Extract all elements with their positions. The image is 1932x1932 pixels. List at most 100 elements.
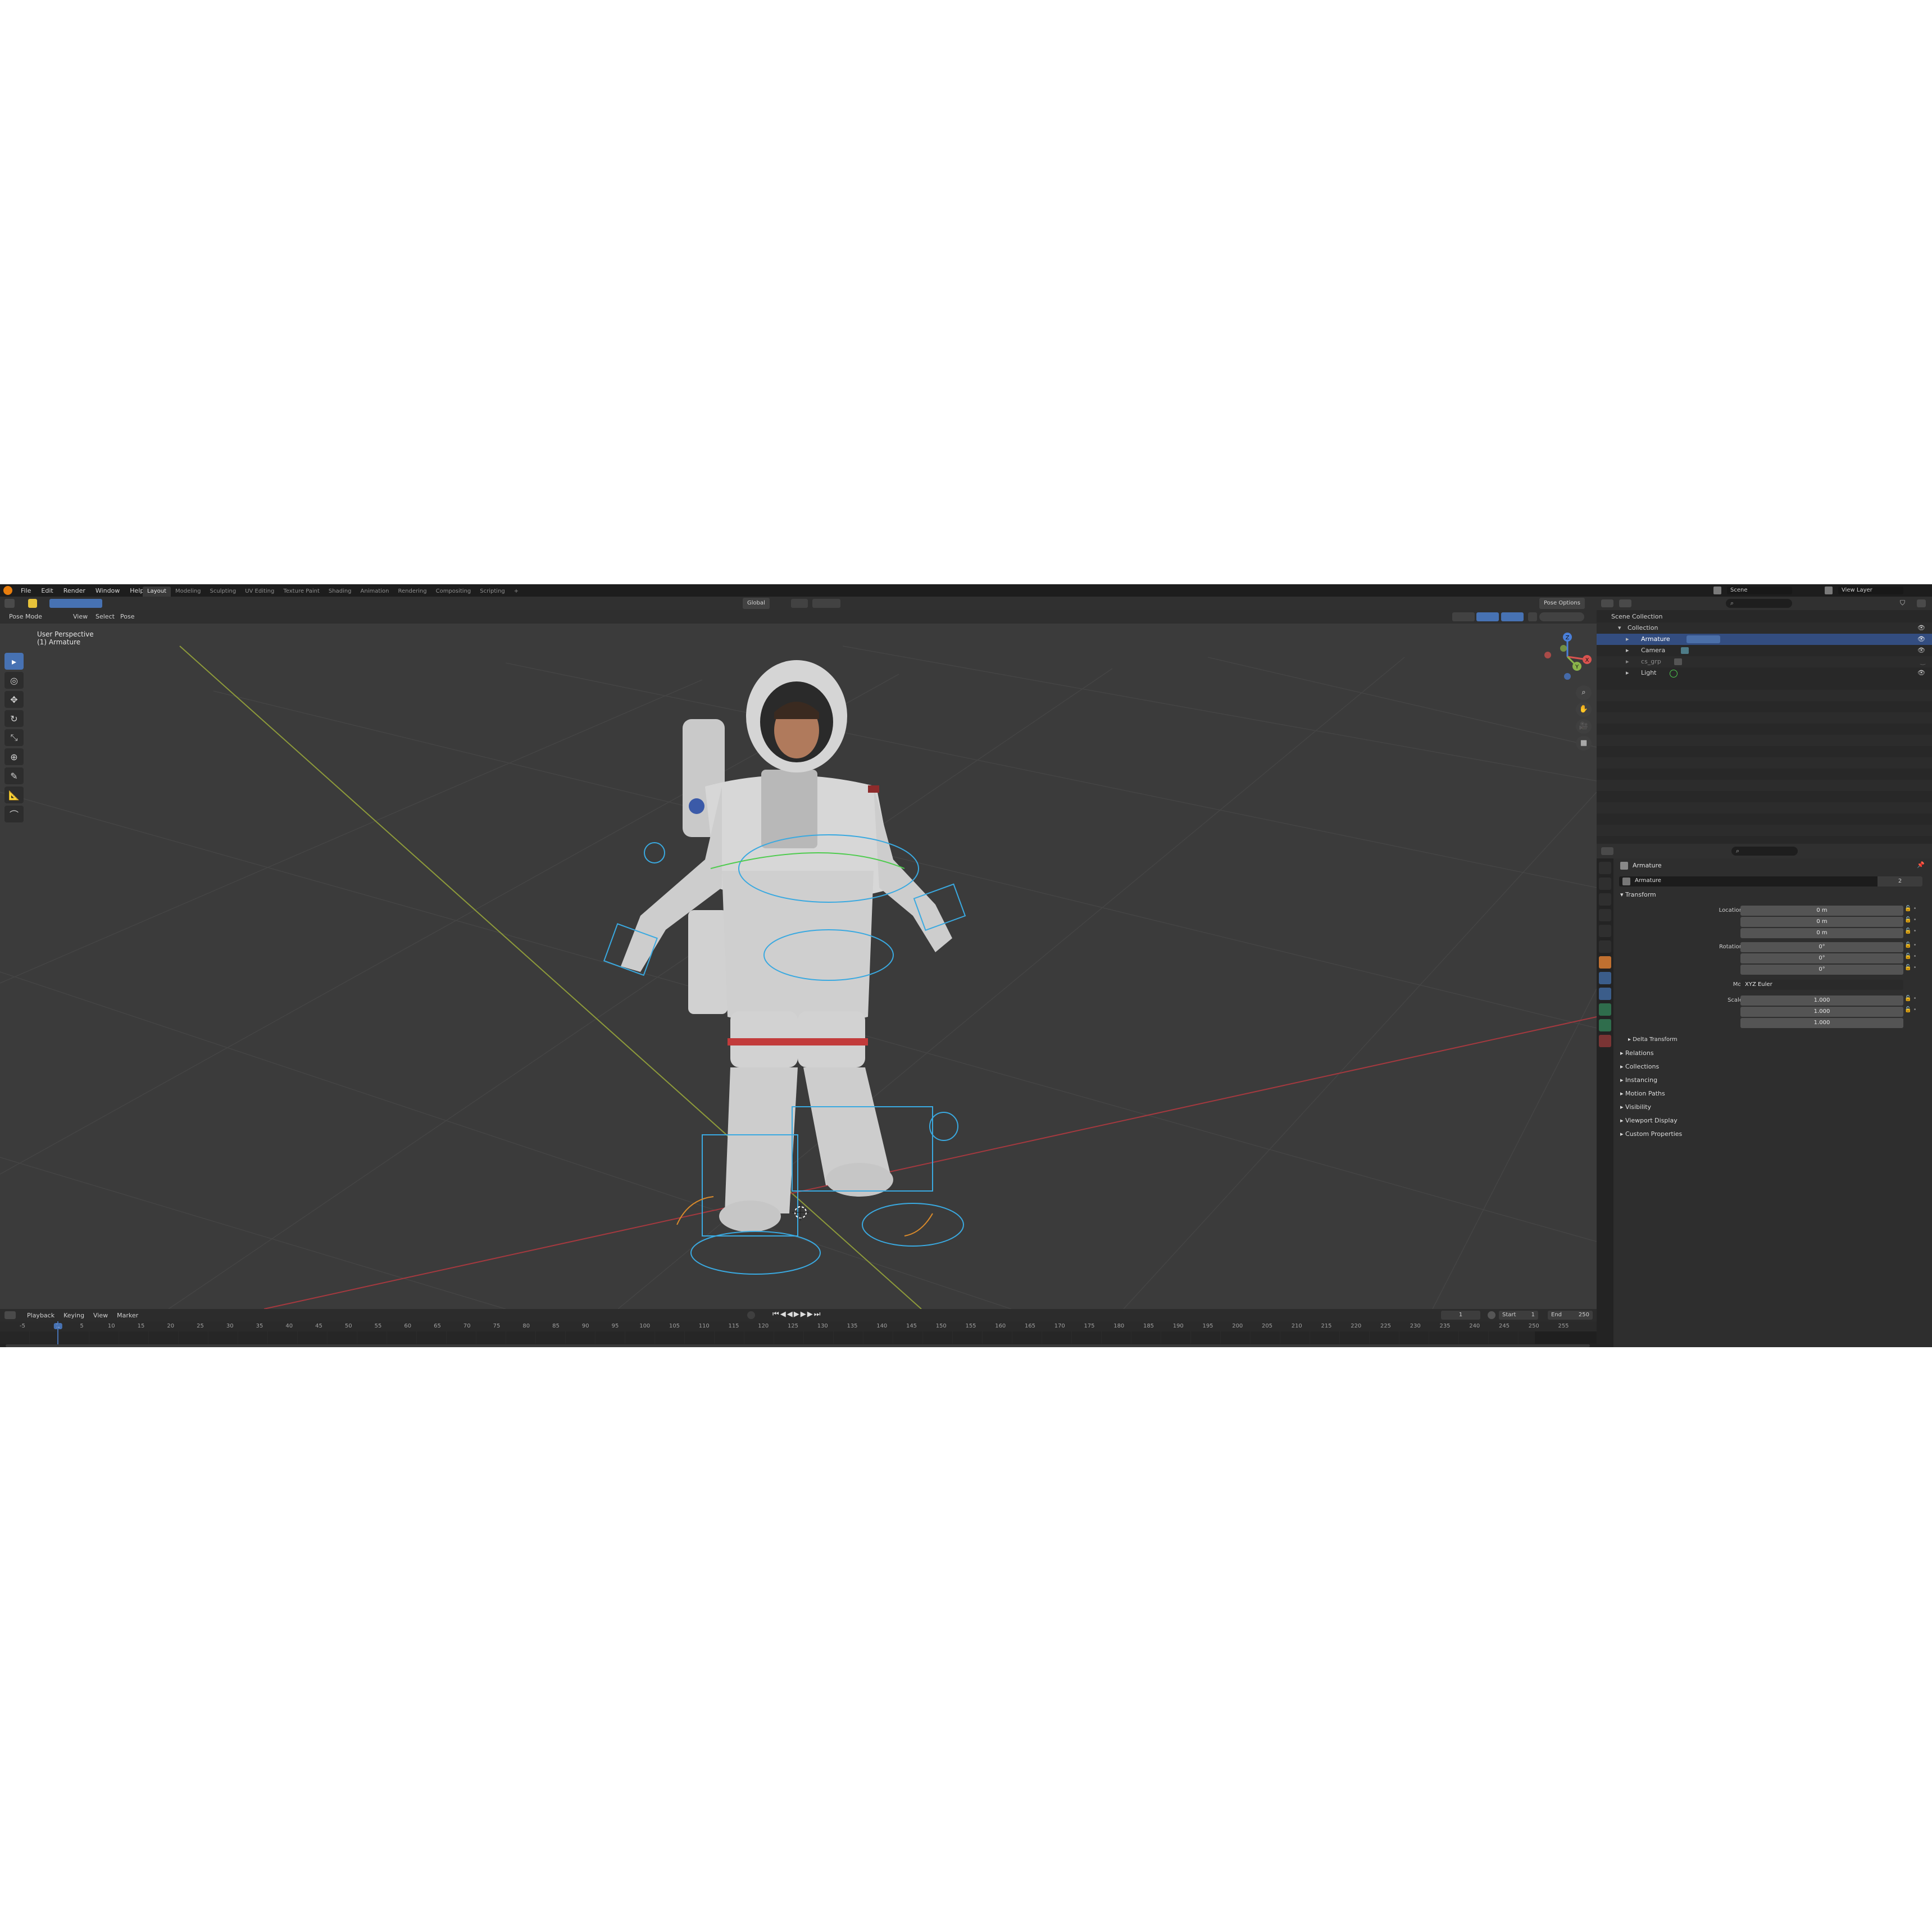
ik-control-left[interactable] bbox=[676, 1196, 714, 1225]
scene-field[interactable]: Scene bbox=[1727, 587, 1792, 594]
transform-panel-header[interactable]: ▾ Transform bbox=[1620, 889, 1656, 901]
end-frame-field[interactable]: End 250 bbox=[1548, 1311, 1593, 1320]
filter-icon[interactable]: ⛉ bbox=[1900, 599, 1910, 608]
tab-shading[interactable]: Shading bbox=[324, 587, 356, 597]
playhead[interactable] bbox=[57, 1321, 58, 1347]
relations-panel[interactable]: ▸ Relations bbox=[1620, 1047, 1654, 1060]
camera-view-icon[interactable]: 🎥 bbox=[1576, 719, 1592, 734]
current-frame-field[interactable]: 1 bbox=[1441, 1311, 1480, 1320]
zoom-icon[interactable]: ⌕ bbox=[1576, 685, 1592, 700]
scene-tab-icon[interactable] bbox=[1599, 925, 1611, 937]
pan-hand-icon[interactable]: ✋ bbox=[1576, 702, 1592, 717]
light-visibility-icon[interactable]: 👁 bbox=[1917, 667, 1925, 679]
instancing-panel[interactable]: ▸ Instancing bbox=[1620, 1074, 1657, 1087]
menu-select[interactable]: Select bbox=[91, 610, 119, 624]
lock-location-y-icon[interactable]: 🔓 • bbox=[1904, 917, 1927, 928]
keyframe-area[interactable] bbox=[0, 1331, 1597, 1344]
object-data-tab-icon[interactable] bbox=[1599, 1019, 1611, 1031]
delta-transform-header[interactable]: ▸ Delta Transform bbox=[1628, 1034, 1678, 1046]
add-workspace-button[interactable]: + bbox=[510, 587, 523, 597]
menu-view[interactable]: View bbox=[69, 610, 92, 624]
object-name-field[interactable]: Armature 2 bbox=[1619, 876, 1922, 887]
editor-type-icon[interactable] bbox=[4, 599, 15, 608]
armature-expand-icon[interactable]: ▸ bbox=[1597, 635, 1629, 643]
tab-layout[interactable]: Layout bbox=[143, 587, 171, 597]
timeline-scrollbar[interactable] bbox=[6, 1344, 1590, 1347]
world-tab-icon[interactable] bbox=[1599, 940, 1611, 953]
annotate-tool-icon[interactable]: ✎ bbox=[4, 767, 24, 784]
outliner-row-camera[interactable]: ▸ Camera 👁 bbox=[1597, 645, 1932, 656]
overlay-toggle-icon[interactable] bbox=[1501, 612, 1524, 621]
outliner-row-cs-grp[interactable]: ▸ cs_grp ‿ bbox=[1597, 656, 1932, 667]
xray-toggle-icon[interactable] bbox=[1528, 612, 1537, 621]
lock-rotation-y-icon[interactable]: 🔓 • bbox=[1904, 953, 1927, 965]
menu-timeline-view[interactable]: View bbox=[89, 1310, 112, 1322]
camera-data-icon[interactable] bbox=[1681, 647, 1689, 654]
menu-keying[interactable]: Keying bbox=[59, 1310, 89, 1322]
transform-tool-icon[interactable]: ⊕ bbox=[4, 748, 24, 765]
collections-panel[interactable]: ▸ Collections bbox=[1620, 1061, 1659, 1073]
tab-compositing[interactable]: Compositing bbox=[431, 587, 476, 597]
tab-animation[interactable]: Animation bbox=[356, 587, 394, 597]
selection-mode-buttons[interactable] bbox=[49, 599, 102, 608]
menu-file[interactable]: File bbox=[16, 585, 36, 597]
outliner-row-armature[interactable]: ▸ Armature 👁 bbox=[1597, 634, 1932, 645]
transform-orientation-dropdown[interactable]: Global bbox=[743, 598, 770, 609]
location-y-field[interactable]: 0 m bbox=[1740, 917, 1903, 927]
object-data-name[interactable]: Armature bbox=[1635, 878, 1661, 884]
new-collection-icon[interactable] bbox=[1917, 599, 1926, 607]
constraints-tab-icon[interactable] bbox=[1599, 1003, 1611, 1016]
rotation-z-field[interactable]: 0° bbox=[1740, 965, 1903, 975]
scene-icon[interactable] bbox=[1713, 587, 1721, 594]
rotation-mode-dropdown[interactable]: XYZ Euler bbox=[1740, 980, 1903, 990]
timeline-editor-icon[interactable] bbox=[4, 1311, 16, 1319]
location-z-field[interactable]: 0 m bbox=[1740, 928, 1903, 938]
rotation-x-field[interactable]: 0° bbox=[1740, 942, 1903, 952]
properties-search-input[interactable]: ⌕ bbox=[1731, 847, 1798, 856]
cursor-tool-icon[interactable]: ◎ bbox=[4, 672, 24, 689]
lock-location-x-icon[interactable]: 🔓 • bbox=[1904, 906, 1927, 917]
cs-grp-expand-icon[interactable]: ▸ bbox=[1597, 658, 1629, 665]
move-tool-icon[interactable]: ✥ bbox=[4, 691, 24, 708]
lock-rotation-z-icon[interactable]: 🔓 • bbox=[1904, 965, 1927, 995]
scale-x-field[interactable]: 1.000 bbox=[1740, 995, 1903, 1006]
pivot-point-icon[interactable] bbox=[791, 599, 808, 608]
camera-expand-icon[interactable]: ▸ bbox=[1597, 647, 1629, 654]
playback-controls[interactable]: ⏮◀◀▶▶▶⏭ bbox=[772, 1310, 821, 1319]
tab-uv-editing[interactable]: UV Editing bbox=[240, 587, 279, 597]
record-icon[interactable] bbox=[747, 1311, 755, 1319]
tab-rendering[interactable]: Rendering bbox=[394, 587, 431, 597]
outliner-search-input[interactable]: ⌕ bbox=[1726, 599, 1792, 608]
modifier-tab-icon[interactable] bbox=[1599, 972, 1611, 984]
armature-data-icons[interactable] bbox=[1686, 635, 1720, 643]
view-layer-icon[interactable] bbox=[1825, 587, 1833, 594]
menu-pose[interactable]: Pose bbox=[116, 610, 139, 624]
object-tab-icon[interactable] bbox=[1599, 956, 1611, 969]
menu-marker[interactable]: Marker bbox=[112, 1310, 143, 1322]
menu-playback[interactable]: Playback bbox=[22, 1310, 59, 1322]
cs-grp-data-icon[interactable] bbox=[1674, 658, 1682, 665]
tab-sculpting[interactable]: Sculpting bbox=[206, 587, 241, 597]
viewport-display-panel[interactable]: ▸ Viewport Display bbox=[1620, 1115, 1678, 1127]
tab-modeling[interactable]: Modeling bbox=[171, 587, 206, 597]
astronaut-model[interactable] bbox=[621, 660, 952, 1232]
location-x-field[interactable]: 0 m bbox=[1740, 906, 1903, 916]
select-box-icon[interactable] bbox=[28, 599, 37, 608]
view-object-types-icon[interactable] bbox=[1452, 612, 1475, 621]
ortho-toggle-icon[interactable]: ▦ bbox=[1576, 736, 1592, 751]
display-mode-icon[interactable] bbox=[1619, 599, 1631, 607]
bone-roll-tool-icon[interactable]: ⌒ bbox=[4, 806, 24, 822]
view-layer-field[interactable]: View Layer bbox=[1838, 587, 1903, 594]
blender-logo-icon[interactable] bbox=[3, 586, 12, 595]
lock-scale-x-icon[interactable]: 🔓 • bbox=[1904, 995, 1927, 1007]
select-tool-icon[interactable]: ▸ bbox=[4, 653, 24, 670]
navigation-gizmo[interactable]: Z X Y bbox=[1542, 631, 1593, 682]
scale-y-field[interactable]: 1.000 bbox=[1740, 1007, 1903, 1017]
outliner-row-scene-collection[interactable]: Scene Collection bbox=[1597, 611, 1932, 622]
shading-mode-buttons[interactable] bbox=[1539, 612, 1584, 621]
scale-tool-icon[interactable]: ⤡ bbox=[4, 729, 24, 746]
outliner-editor-icon[interactable] bbox=[1601, 599, 1613, 607]
pose-options-dropdown[interactable]: Pose Options bbox=[1539, 598, 1585, 609]
rotation-y-field[interactable]: 0° bbox=[1740, 953, 1903, 963]
light-data-icon[interactable] bbox=[1670, 670, 1678, 678]
